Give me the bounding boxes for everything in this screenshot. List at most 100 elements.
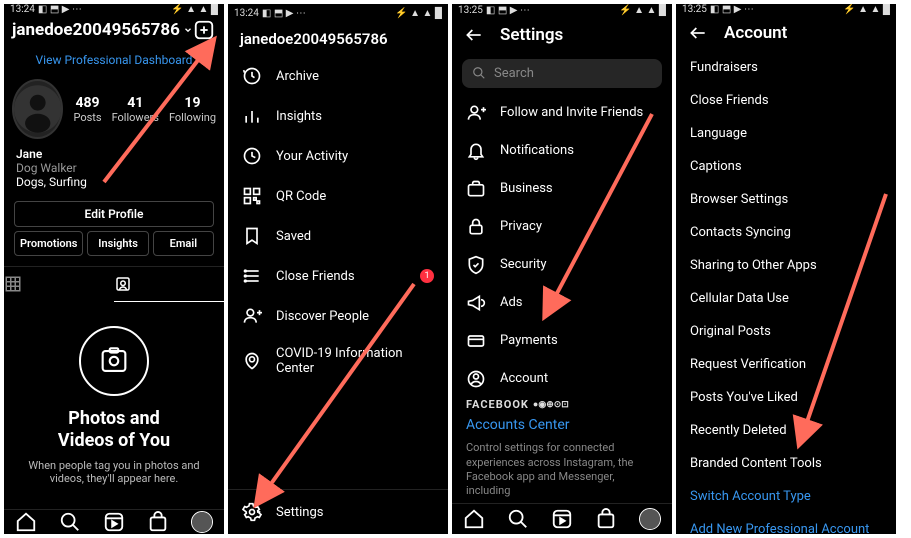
- settings-list: Follow and Invite Friends Notifications …: [452, 94, 672, 389]
- empty-state: Photos andVideos of You When people tag …: [4, 302, 224, 509]
- menu-item-label: QR Code: [276, 189, 326, 204]
- username-dropdown[interactable]: janedoe20049565786: [12, 20, 193, 40]
- nav-reels-icon[interactable]: [103, 511, 125, 533]
- nav-search-icon[interactable]: [59, 511, 81, 533]
- account-item[interactable]: Request Verification: [676, 348, 896, 381]
- account-item[interactable]: Posts You've Liked: [676, 381, 896, 414]
- business-icon: [466, 179, 486, 199]
- account-item[interactable]: Contacts Syncing: [676, 216, 896, 249]
- menu-item[interactable]: Close Friends 1: [228, 256, 448, 296]
- settings-item[interactable]: Follow and Invite Friends: [452, 94, 672, 132]
- menu-item-label: Archive: [276, 69, 319, 84]
- settings-item[interactable]: Notifications: [452, 132, 672, 170]
- payments-icon: [466, 331, 486, 351]
- menu-item-label: COVID-19 Information Center: [276, 346, 434, 376]
- settings-menu-item[interactable]: Settings: [228, 489, 448, 534]
- settings-item[interactable]: Security: [452, 246, 672, 284]
- nav-shop-icon[interactable]: [595, 508, 617, 530]
- status-bar: 13:24◧ ⬒ ▶ ⋯ ⚡ ▲ ▲ █: [228, 4, 448, 22]
- menu-item[interactable]: Discover People: [228, 296, 448, 336]
- account-item[interactable]: Recently Deleted: [676, 414, 896, 447]
- profile-avatar[interactable]: [12, 79, 63, 139]
- menu-item[interactable]: COVID-19 Information Center: [228, 336, 448, 386]
- view-dashboard-link[interactable]: View Professional Dashboard: [4, 45, 224, 75]
- account-link-item[interactable]: Switch Account Type: [676, 480, 896, 513]
- menu-item[interactable]: Insights: [228, 96, 448, 136]
- account-item[interactable]: Language: [676, 117, 896, 150]
- covid-icon: [242, 351, 262, 371]
- email-button[interactable]: Email: [153, 231, 214, 256]
- settings-item-label: Follow and Invite Friends: [500, 105, 643, 120]
- settings-item[interactable]: Account: [452, 360, 672, 389]
- nav-shop-icon[interactable]: [147, 511, 169, 533]
- account-item[interactable]: Browser Settings: [676, 183, 896, 216]
- ads-icon: [466, 293, 486, 313]
- badge: 1: [420, 269, 434, 283]
- create-icon[interactable]: [193, 19, 215, 41]
- chevron-down-icon: [183, 25, 193, 35]
- profile-tabs: [4, 266, 224, 302]
- accounts-center-desc: Control settings for connected experienc…: [452, 437, 672, 502]
- stat-following[interactable]: 19 Following: [169, 95, 216, 124]
- insights-button[interactable]: Insights: [87, 231, 148, 256]
- menu-item[interactable]: QR Code: [228, 176, 448, 216]
- menu-item-label: Insights: [276, 109, 322, 124]
- nav-search-icon[interactable]: [507, 508, 529, 530]
- account-item[interactable]: Original Posts: [676, 315, 896, 348]
- menu-list: Archive Insights Your Activity QR Code S…: [228, 56, 448, 386]
- account-item[interactable]: Captions: [676, 150, 896, 183]
- nav-profile-avatar[interactable]: [191, 511, 213, 533]
- stat-followers[interactable]: 41 Followers: [112, 95, 159, 124]
- stat-posts[interactable]: 489 Posts: [73, 95, 101, 124]
- menu-item[interactable]: Your Activity: [228, 136, 448, 176]
- nav-home-icon[interactable]: [15, 511, 37, 533]
- bottom-nav: [452, 503, 672, 534]
- settings-item-label: Security: [500, 257, 547, 272]
- account-item[interactable]: Branded Content Tools: [676, 447, 896, 480]
- tagged-empty-icon: [79, 326, 149, 396]
- follow-invite-icon: [466, 103, 486, 123]
- menu-item-label: Your Activity: [276, 149, 348, 164]
- settings-item-label: Account: [500, 371, 548, 386]
- settings-item[interactable]: Ads: [452, 284, 672, 322]
- menu-item-label: Saved: [276, 229, 311, 244]
- status-bar: 13:25◧ ⬒ ▶ ⋯ ⚡ ▲ ▲ █: [676, 4, 896, 15]
- discover-icon: [242, 306, 262, 326]
- settings-label: Settings: [276, 505, 323, 520]
- account-item[interactable]: Close Friends: [676, 84, 896, 117]
- settings-item-label: Privacy: [500, 219, 542, 234]
- settings-search-input[interactable]: Search: [462, 59, 662, 88]
- account-item[interactable]: Cellular Data Use: [676, 282, 896, 315]
- profile-bio: Jane Dog Walker Dogs, Surfing: [4, 143, 224, 193]
- tab-grid[interactable]: [4, 267, 114, 302]
- settings-item[interactable]: Payments: [452, 322, 672, 360]
- accounts-center-link[interactable]: Accounts Center: [452, 413, 672, 437]
- nav-profile-avatar[interactable]: [639, 508, 661, 530]
- account-item[interactable]: Fundraisers: [676, 51, 896, 84]
- archive-icon: [242, 66, 262, 86]
- back-arrow-icon[interactable]: [464, 25, 484, 45]
- edit-profile-button[interactable]: Edit Profile: [14, 201, 214, 227]
- nav-reels-icon[interactable]: [551, 508, 573, 530]
- page-title: Account: [724, 23, 787, 43]
- back-arrow-icon[interactable]: [688, 23, 708, 43]
- menu-item[interactable]: Archive: [228, 56, 448, 96]
- menu-item-label: Close Friends: [276, 269, 355, 284]
- promotions-button[interactable]: Promotions: [14, 231, 83, 256]
- profile-header: janedoe20049565786 1: [4, 15, 224, 45]
- settings-item[interactable]: Privacy: [452, 208, 672, 246]
- settings-item-label: Payments: [500, 333, 558, 348]
- menu-item[interactable]: Saved: [228, 216, 448, 256]
- tab-tagged[interactable]: [114, 267, 224, 302]
- nav-home-icon[interactable]: [463, 508, 485, 530]
- status-bar: 13:25◧ ⬒ ▶ ⋯ ⚡ ▲ ▲ █: [452, 4, 672, 17]
- screen-account: 13:25◧ ⬒ ▶ ⋯ ⚡ ▲ ▲ █ Account Fundraisers…: [676, 4, 896, 534]
- account-link-item[interactable]: Add New Professional Account: [676, 513, 896, 534]
- account-item[interactable]: Sharing to Other Apps: [676, 249, 896, 282]
- account-header: Account: [676, 15, 896, 51]
- settings-item-label: Business: [500, 181, 553, 196]
- page-title: Settings: [500, 25, 563, 45]
- settings-item[interactable]: Business: [452, 170, 672, 208]
- screen-profile: 13:24◧ ⬒ ▶ ⋯ ⚡ ▲ ▲ █ janedoe20049565786 …: [4, 4, 224, 534]
- account-list: FundraisersClose FriendsLanguageCaptions…: [676, 51, 896, 534]
